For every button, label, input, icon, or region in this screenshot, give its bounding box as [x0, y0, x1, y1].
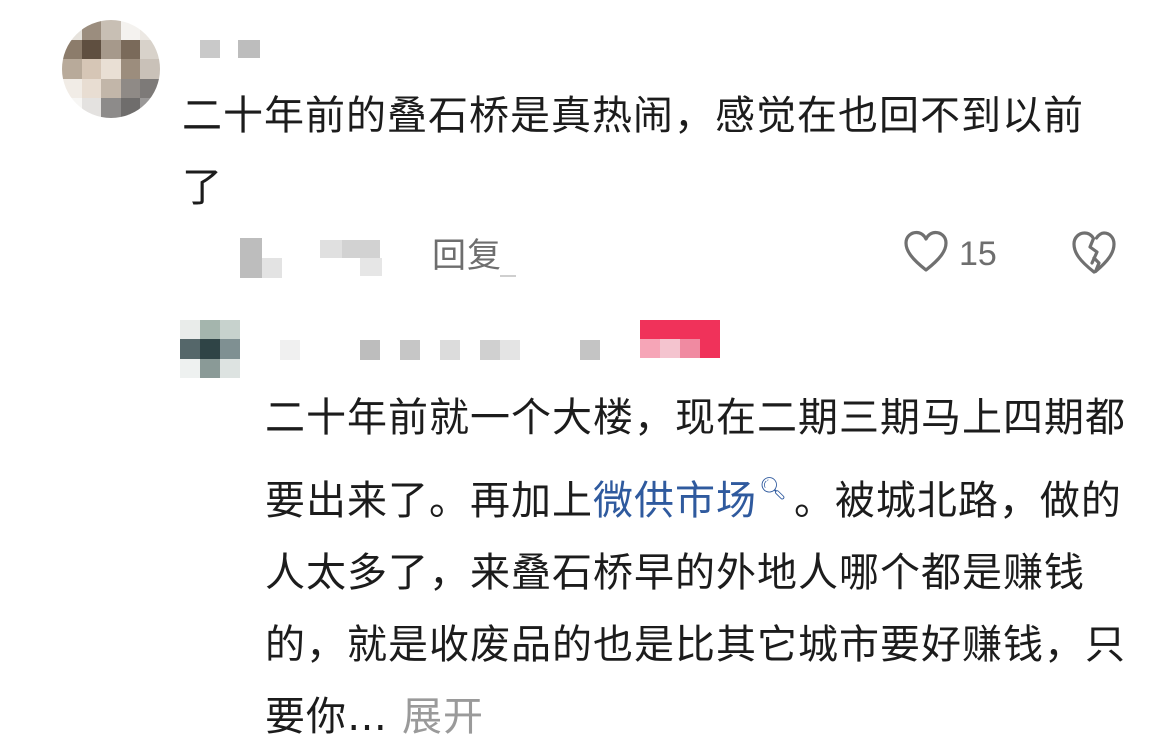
reply-text: 二十年前就一个大楼，现在二期三期马上四期都要出来了。再加上微供市场🔍︎ 。被城北路… — [265, 382, 1135, 737]
heart-outline-icon — [903, 230, 949, 278]
search-icon[interactable]: 🔍︎ — [759, 454, 788, 526]
reply-avatar[interactable] — [180, 320, 240, 378]
search-link[interactable]: 微供市场 — [593, 478, 757, 524]
dislike-button[interactable] — [1070, 230, 1118, 280]
like-button[interactable]: 15 — [903, 230, 997, 278]
comment-text: 二十年前的叠石桥是真热闹，感觉在也回不到以前了 — [182, 93, 1084, 211]
like-count: 15 — [959, 234, 997, 273]
reply-username-censored[interactable] — [280, 340, 610, 360]
avatar[interactable] — [62, 20, 160, 118]
expand-button[interactable]: 展开 — [402, 694, 484, 737]
username-censored[interactable] — [200, 40, 260, 58]
reply-button[interactable]: 回复 — [432, 228, 502, 277]
broken-heart-icon — [1070, 231, 1118, 280]
divider — [500, 275, 516, 277]
comment-thread: 二十年前的叠石桥是真热闹，感觉在也回不到以前了 回复 15 二十年前就一个大楼，… — [0, 0, 1170, 737]
comment-meta-censored — [240, 238, 385, 278]
author-badge — [640, 320, 720, 358]
